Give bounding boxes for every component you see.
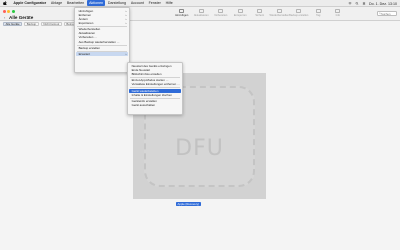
- menu-item-restore-backup-label: Aus Backup wiederherstellen …: [78, 39, 120, 44]
- filter-all-devices[interactable]: Alle Geräte: [3, 22, 23, 26]
- window-controls: [3, 10, 15, 13]
- submenu-item-screenshot[interactable]: Bildschirmfoto erstellen: [129, 72, 182, 76]
- filter-backup[interactable]: Backup: [24, 22, 39, 26]
- zoom-window-button[interactable]: [11, 10, 15, 13]
- info-icon: [335, 9, 341, 13]
- filter-unsupervised[interactable]: Nicht betreut: [40, 22, 62, 26]
- search-field[interactable]: [377, 11, 397, 16]
- toolbar-info-label: Info: [335, 14, 340, 17]
- toolbar-update-button[interactable]: Aktualisieren: [192, 9, 212, 17]
- menu-item-export-label: Exportieren: [78, 20, 94, 25]
- wifi-icon[interactable]: [348, 2, 352, 5]
- search-input[interactable]: [381, 11, 396, 16]
- window-title: Alle Geräte: [9, 14, 34, 20]
- dfu-mode-label: DFU: [175, 136, 224, 161]
- submenu-item-remove-managed-settings[interactable]: Verwaltete Einstellungen entfernen …: [129, 82, 182, 86]
- unlock-icon: [237, 9, 243, 13]
- menu-ablage[interactable]: Ablage: [49, 0, 65, 6]
- toolbar-backup-button[interactable]: Sichern: [250, 9, 270, 17]
- menu-item-create-backup-label: Backup erstellen: [78, 45, 100, 50]
- menu-hilfe[interactable]: Hilfe: [163, 0, 175, 6]
- status-area: Do. 1. Dez. 13:10: [348, 0, 397, 7]
- restore-icon: [276, 9, 282, 13]
- chevron-left-icon[interactable]: ‹: [4, 15, 5, 20]
- menu-bearbeiten[interactable]: Bearbeiten: [65, 0, 87, 6]
- backup-icon: [257, 9, 263, 13]
- menu-item-restore-backup[interactable]: Aus Backup wiederherstellen …: [76, 40, 129, 44]
- menu-darstellung[interactable]: Darstellung: [105, 0, 128, 6]
- menu-item-create-backup[interactable]: Backup erstellen: [76, 46, 129, 50]
- tag-icon: [315, 9, 321, 13]
- actions-menu: Hinzufügen › Entfernen › Ändern › Exportier…: [74, 7, 130, 73]
- toolbar-prepare-button[interactable]: Vorbereiten: [211, 9, 231, 17]
- toolbar-update-label: Aktualisieren: [193, 14, 209, 17]
- toolbar-unlock-label: Entsperren: [233, 14, 247, 17]
- minimize-window-button[interactable]: [7, 10, 11, 13]
- apple-logo-icon[interactable]: [3, 0, 7, 6]
- menu-item-export[interactable]: Exportieren ›: [76, 21, 129, 25]
- close-window-button[interactable]: [3, 10, 6, 13]
- chevron-right-icon: ›: [125, 20, 127, 25]
- toolbar-add-button[interactable]: Hinzufügen: [172, 9, 192, 17]
- search-menubar-icon[interactable]: [355, 2, 359, 5]
- device-name-label[interactable]: Apple (Recovery): [176, 202, 201, 206]
- menu-item-advanced[interactable]: Erweitert ›: [75, 52, 129, 57]
- menu-aktionen[interactable]: Aktionen: [86, 0, 106, 6]
- toolbar-create-backup-label: Backup erstellen: [289, 14, 309, 17]
- chevron-right-icon: ›: [125, 52, 127, 57]
- toolbar-info-button[interactable]: Info: [328, 9, 348, 17]
- menu-fenster[interactable]: Fenster: [146, 0, 163, 6]
- toolbar-tag-label: Tag: [316, 14, 321, 17]
- submenu-item-shutdown[interactable]: Gerät ausschalten: [129, 103, 182, 107]
- window-toolbar: ‹ Alle Geräte Hinzufügen Aktualisieren V…: [0, 7, 400, 21]
- add-icon: [179, 9, 185, 13]
- menu-app-name[interactable]: Apple Configurator: [11, 0, 49, 6]
- toolbar-buttons: Hinzufügen Aktualisieren Vorbereiten Ent…: [172, 9, 348, 17]
- toolbar-backup-label: Sichern: [255, 14, 265, 17]
- toolbar-prepare-label: Vorbereiten: [214, 14, 228, 17]
- menubar-clock[interactable]: Do. 1. Dez. 13:10: [369, 2, 397, 6]
- toolbar-add-label: Hinzufügen: [175, 14, 189, 17]
- toolbar-create-backup-button[interactable]: Backup erstellen: [289, 9, 309, 17]
- menu-account[interactable]: Account: [128, 0, 146, 6]
- prepare-icon: [218, 9, 224, 13]
- create-backup-icon: [296, 9, 302, 13]
- menu-bar: Apple Configurator Ablage Bearbeiten Akt…: [0, 0, 400, 7]
- menu-item-advanced-label: Erweitert: [78, 52, 90, 57]
- toolbar-tag-button[interactable]: Tag: [309, 9, 329, 17]
- control-center-icon[interactable]: [362, 2, 366, 5]
- update-icon: [198, 9, 204, 13]
- submenu-item-erase-content[interactable]: Inhalte & Einstellungen löschen: [129, 93, 182, 97]
- advanced-submenu: Neustart des Geräts erzwingen Ende Neust…: [127, 62, 183, 115]
- toolbar-unlock-button[interactable]: Entsperren: [231, 9, 251, 17]
- toolbar-restore-button[interactable]: Wiederherstellen: [270, 9, 290, 17]
- toolbar-restore-label: Wiederherstellen: [269, 14, 289, 17]
